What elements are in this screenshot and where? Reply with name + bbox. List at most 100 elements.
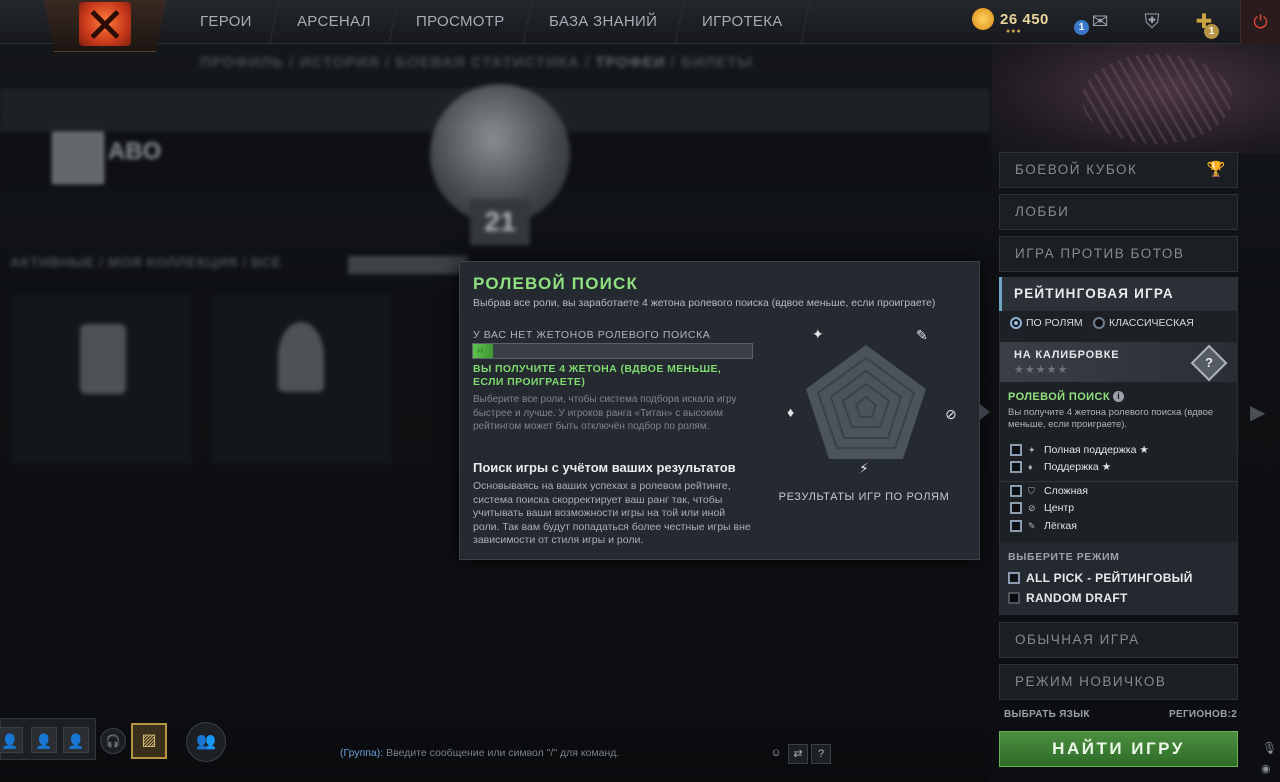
party-finder-button[interactable]: 👥: [186, 722, 226, 762]
trophy-card: [212, 294, 392, 464]
radio-off-icon: [1093, 317, 1105, 329]
rank-stripes-icon: ▨: [141, 732, 157, 749]
radio-by-roles[interactable]: ПО РОЛЯМ: [1010, 317, 1083, 329]
mid-icon: ⊘: [1028, 502, 1036, 513]
radio-on-icon: [1010, 317, 1022, 329]
language-selector[interactable]: ВЫБРАТЬ ЯЗЫК: [1004, 709, 1090, 720]
avatar[interactable]: [52, 132, 104, 184]
mode-unranked[interactable]: ОБЫЧНАЯ ИГРА: [999, 622, 1238, 658]
party-slot[interactable]: 👤: [0, 727, 23, 753]
nav-heroes[interactable]: ГЕРОИ: [173, 0, 280, 44]
collection-tabs: АКТИВНЫЕ / МОЯ КОЛЛЕКЦИЯ / ВСЕ: [10, 254, 282, 270]
find-match-button[interactable]: НАЙТИ ИГРУ: [999, 731, 1238, 767]
mode-bots[interactable]: ИГРА ПРОТИВ БОТОВ: [999, 236, 1238, 272]
mail-button[interactable]: ✉ 1: [1074, 6, 1116, 38]
tokens-progress-fill: ››: [473, 344, 493, 358]
checkbox-icon: [1010, 485, 1022, 497]
popup-subtitle: Выбрав все роли, вы заработаете 4 жетона…: [473, 297, 936, 309]
party-slot[interactable]: 👤: [63, 727, 89, 753]
nav-watch[interactable]: ПРОСМОТР: [388, 0, 532, 44]
gamemode-random-draft[interactable]: RANDOM DRAFT: [1008, 591, 1128, 605]
mode-lobby[interactable]: ЛОББИ: [999, 194, 1238, 230]
top-bar: ГЕРОИ АРСЕНАЛ ПРОСМОТР БАЗА ЗНАНИЙ ИГРОТ…: [0, 0, 1280, 52]
offlane-role-icon: ⊘: [945, 406, 957, 422]
medal-level: 21: [470, 199, 530, 245]
rank-tier-badge[interactable]: ▨: [131, 723, 167, 759]
role-checkbox-carry[interactable]: ✎ Лёгкая: [1010, 520, 1077, 532]
nav-arcade[interactable]: ИГРОТЕКА: [675, 0, 811, 44]
power-button[interactable]: ⏻: [1240, 0, 1280, 44]
tokens-label: У ВАС НЕТ ЖЕТОНОВ РОЛЕВОГО ПОИСКА: [473, 329, 711, 341]
shards-counter[interactable]: 26 450 ●●●: [972, 8, 1049, 35]
tokens-gray-note: Выберите все роли, чтобы система подбора…: [473, 394, 737, 432]
regions-selector[interactable]: РЕГИОНОВ:2: [1169, 709, 1237, 720]
gamemode-all-pick[interactable]: ALL PICK - РЕЙТИНГОВЫЙ: [1008, 571, 1193, 585]
dota-plus-badge: 1: [1204, 24, 1219, 39]
checkbox-icon: [1008, 572, 1020, 584]
headset-icon: 🎧: [105, 734, 121, 748]
armory-button[interactable]: ⛨: [1136, 6, 1168, 38]
mid-role-icon: ⚡: [859, 460, 869, 476]
popup-title: РОЛЕВОЙ ПОИСК: [473, 274, 639, 293]
performance-body: Основываясь на ваших успехах в ролевом р…: [473, 480, 751, 546]
choose-mode-panel: ВЫБЕРИТЕ РЕЖИМ ALL PICK - РЕЙТИНГОВЫЙ RA…: [1000, 542, 1237, 615]
role-checkbox-mid[interactable]: ⊘ Центр: [1010, 502, 1074, 514]
party-slot[interactable]: 👤: [31, 727, 57, 753]
mail-badge: 1: [1074, 20, 1089, 35]
choose-mode-title: ВЫБЕРИТЕ РЕЖИМ: [1008, 551, 1120, 563]
role-checkbox-offlane[interactable]: ⛉ Сложная: [1010, 485, 1088, 497]
calibration-panel: НА КАЛИБРОВКЕ ★★★★★ ?: [1000, 342, 1237, 382]
chat-help-button[interactable]: ?: [811, 744, 831, 764]
radio-classic[interactable]: КЛАССИЧЕСКАЯ: [1093, 317, 1194, 329]
emoji-icon[interactable]: ☺: [766, 744, 786, 764]
carry-role-icon: ✎: [916, 327, 928, 343]
power-icon: ⏻: [1253, 12, 1268, 32]
mode-ranked[interactable]: РЕЙТИНГОВАЯ ИГРА: [999, 277, 1238, 311]
role-search-subtitle: Вы получите 4 жетона ролевого поиска (вд…: [1008, 407, 1214, 430]
tokens-green-note: ВЫ ПОЛУЧИТЕ 4 ЖЕТОНА (ВДВОЕ МЕНЬШЕ, ЕСЛИ…: [473, 363, 722, 388]
tokens-progress-bar: ››: [472, 343, 753, 359]
hard-support-icon: ✦: [1028, 444, 1036, 455]
dota-logo-icon: [79, 2, 131, 46]
profile-name: ABO: [108, 138, 162, 165]
nav-knowledge-base[interactable]: БАЗА ЗНАНИЙ: [522, 0, 685, 44]
dota-plus-button[interactable]: ✚ 1: [1188, 6, 1220, 39]
radar-outer: [806, 345, 926, 459]
role-search-title: РОЛЕВОЙ ПОИСК: [1008, 391, 1110, 403]
trophy-icon: [278, 322, 324, 392]
trophy-icon: [80, 324, 126, 394]
support-role-icon: ♦: [787, 404, 794, 420]
settings-dot-icon[interactable]: ◉: [1261, 762, 1271, 775]
microphone-icon[interactable]: 🎙: [1262, 741, 1277, 755]
checkbox-icon: [1010, 461, 1022, 473]
carry-icon: ✎: [1028, 520, 1036, 531]
calibration-stars: ★★★★★: [1014, 364, 1069, 376]
app-window: ГЕРОИ АРСЕНАЛ ПРОСМОТР БАЗА ЗНАНИЙ ИГРОТ…: [0, 0, 1280, 782]
chat-wheel-icon[interactable]: ⇄: [788, 744, 808, 764]
offlane-icon: ⛉: [1028, 485, 1035, 496]
shards-coin-icon: [972, 8, 994, 30]
trophy-card: [12, 294, 192, 464]
checkbox-icon: [1008, 592, 1020, 604]
role-checkbox-support[interactable]: ♦ Поддержка ★: [1010, 461, 1111, 473]
mode-battle-cup[interactable]: БОЕВОЙ КУБОК 🏆: [999, 152, 1238, 188]
chat-input[interactable]: (Группа): Введите сообщение или символ "…: [340, 747, 619, 759]
popup-arrow: [980, 404, 990, 420]
shards-dots-icon: ●●●: [1006, 28, 1022, 35]
divider: [1000, 481, 1237, 482]
shield-sword-icon: ⛨: [1144, 11, 1160, 33]
hard-support-role-icon: ✦: [812, 326, 824, 342]
info-icon[interactable]: i: [1113, 391, 1124, 402]
nav-arsenal[interactable]: АРСЕНАЛ: [270, 0, 399, 44]
profile-subnav: ПРОФИЛЬ / ИСТОРИЯ / БОЕВАЯ СТАТИСТИКА / …: [200, 54, 754, 71]
role-search-tooltip: РОЛЕВОЙ ПОИСК Выбрав все роли, вы зарабо…: [459, 261, 980, 560]
role-checkbox-hard-support[interactable]: ✦ Полная поддержка ★: [1010, 444, 1149, 456]
calibration-title: НА КАЛИБРОВКЕ: [1014, 349, 1120, 361]
role-radar-chart: ✦ ✎ ⊘ ⚡ ♦: [787, 326, 957, 476]
party-slots: 👤 👤 👤: [0, 718, 96, 760]
mode-new-player[interactable]: РЕЖИМ НОВИЧКОВ: [999, 664, 1238, 700]
voice-chat-button[interactable]: 🎧: [100, 728, 126, 754]
trophy-icon: 🏆: [1206, 161, 1227, 178]
chat-channel: (Группа):: [340, 747, 384, 759]
chevron-right-icon[interactable]: ▶: [1250, 400, 1265, 425]
